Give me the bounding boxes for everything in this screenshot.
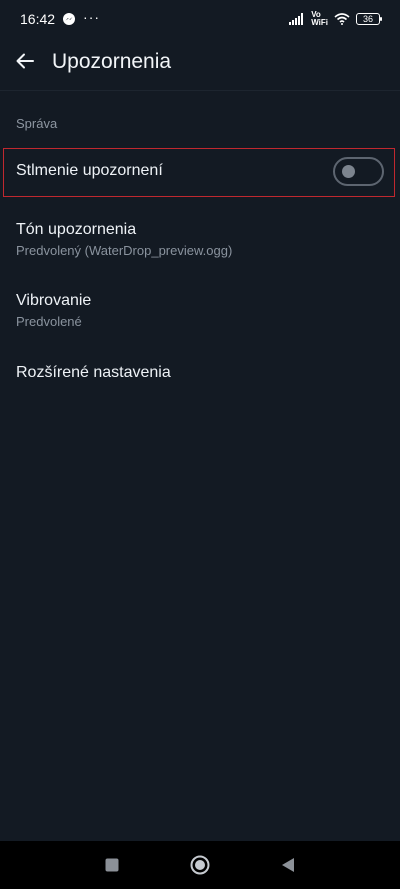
navigation-bar <box>0 841 400 889</box>
home-circle-icon <box>190 855 210 875</box>
arrow-back-icon <box>16 53 34 69</box>
recents-button[interactable] <box>100 853 124 877</box>
back-nav-button[interactable] <box>276 853 300 877</box>
back-triangle-icon <box>282 858 294 872</box>
back-button[interactable] <box>12 48 38 74</box>
status-right: Vo WiFi 36 <box>289 11 382 27</box>
status-time: 16:42 <box>20 11 56 27</box>
signal-icon <box>289 13 304 25</box>
notification-tone-label: Tón upozornenia <box>16 221 137 238</box>
wifi-icon <box>334 13 350 25</box>
vibration-setting[interactable]: Vibrovanie Predvolené <box>0 285 400 335</box>
battery-indicator: 36 <box>356 13 382 25</box>
volte-line2: WiFi <box>311 18 328 27</box>
notification-tone-setting[interactable]: Tón upozornenia Predvolený (WaterDrop_pr… <box>0 214 400 264</box>
volte-indicator: Vo WiFi <box>311 11 328 27</box>
advanced-settings[interactable]: Rozšírené nastavenia <box>0 356 400 388</box>
app-bar: Upozornenia <box>0 38 400 91</box>
advanced-settings-label: Rozšírené nastavenia <box>16 364 171 381</box>
home-button[interactable] <box>188 853 212 877</box>
status-left: 16:42 ··· <box>20 9 101 27</box>
messenger-icon <box>63 13 76 25</box>
toggle-knob <box>342 165 355 178</box>
status-bar: 16:42 ··· Vo WiFi 36 <box>0 0 400 40</box>
vibration-label: Vibrovanie <box>16 292 92 309</box>
mute-notifications-toggle[interactable] <box>333 157 384 186</box>
battery-level: 36 <box>362 14 373 24</box>
vibration-value: Predvolené <box>16 314 82 329</box>
more-notifications-icon: ··· <box>83 9 101 25</box>
notification-tone-value: Predvolený (WaterDrop_preview.ogg) <box>16 243 233 258</box>
recents-square-icon <box>105 858 119 872</box>
section-header: Správa <box>16 116 58 131</box>
page-title: Upozornenia <box>52 50 172 73</box>
mute-notifications-setting[interactable]: Stlmenie upozornení <box>0 148 400 199</box>
mute-notifications-label: Stlmenie upozornení <box>16 162 163 179</box>
